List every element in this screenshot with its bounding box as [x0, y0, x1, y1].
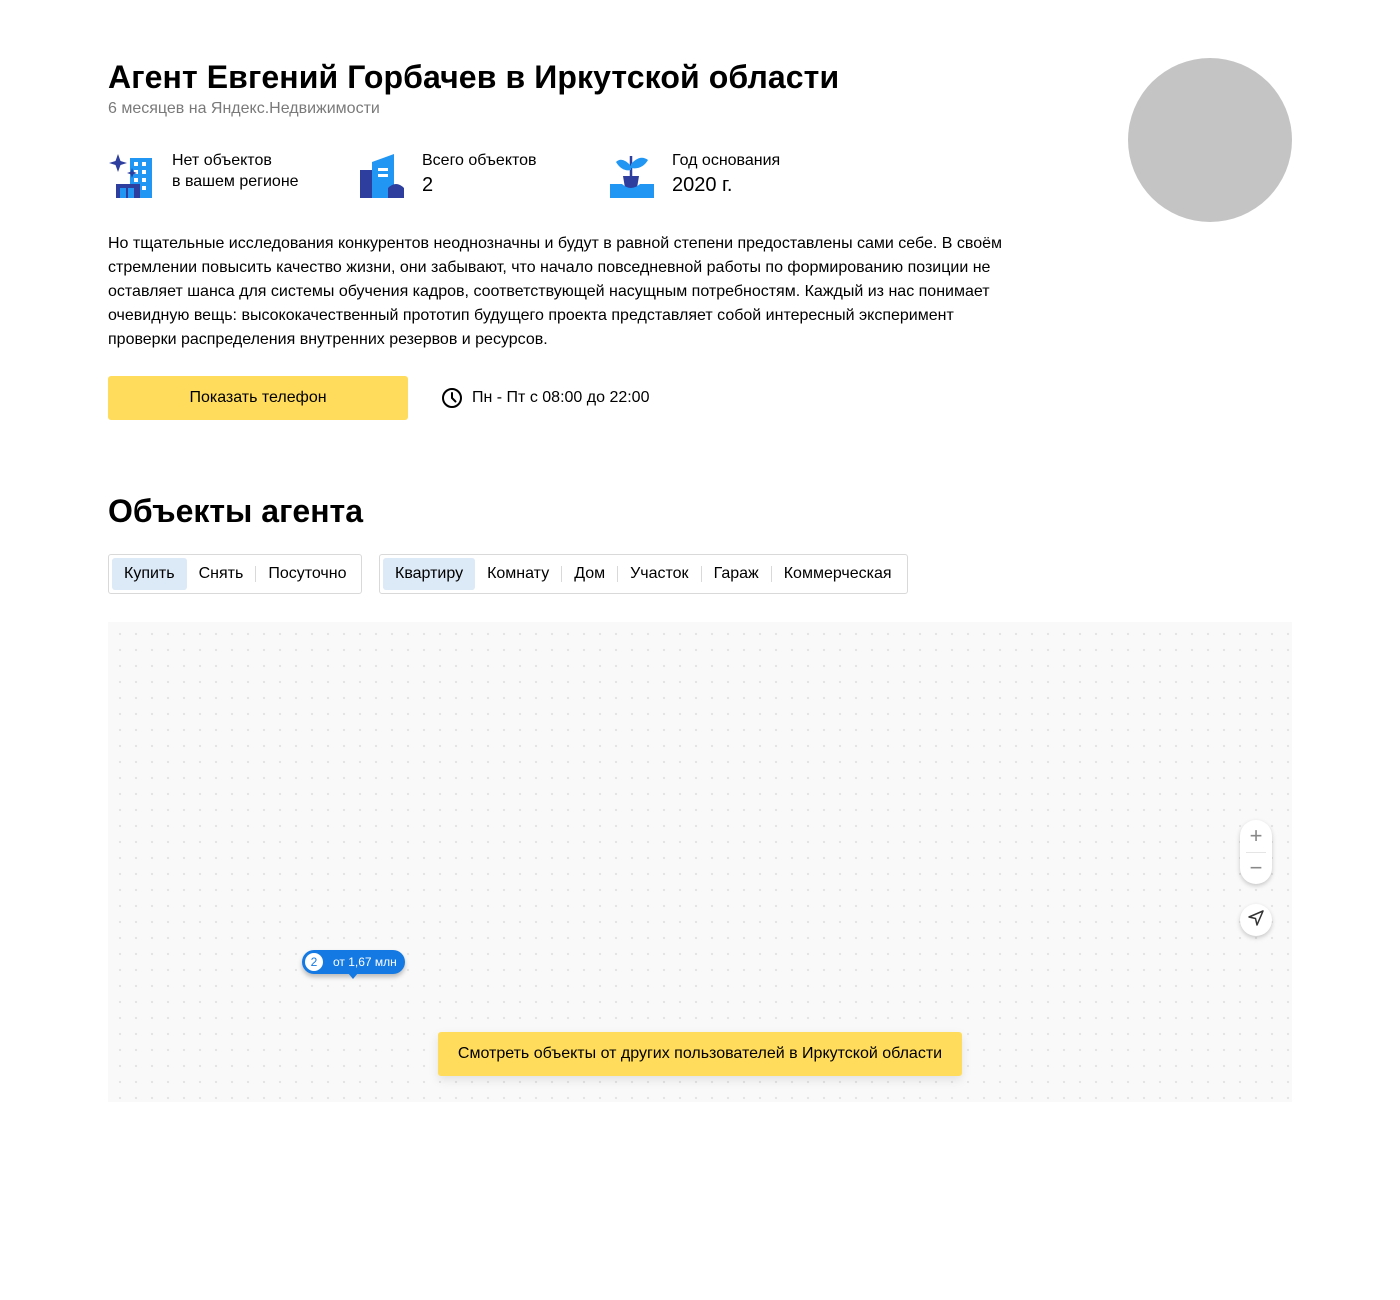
property-type-lot[interactable]: Участок [618, 558, 700, 590]
deal-type-rent[interactable]: Снять [187, 558, 256, 590]
sprout-icon [608, 152, 654, 198]
stat-text: Нет объектов в вашем регионе [172, 150, 299, 192]
stat-label: Всего объектов [422, 152, 537, 169]
agent-tenure: 6 месяцев на Яндекс.Недвижимости [108, 100, 380, 117]
agent-description: Но тщательные исследования конкурентов н… [108, 235, 1003, 348]
stat-sublabel: в вашем регионе [172, 173, 299, 190]
map-zoom-control: + − [1240, 820, 1272, 884]
avatar [1128, 58, 1292, 222]
stat-text: Год основания 2020 г. [672, 150, 780, 198]
property-type-room[interactable]: Комнату [475, 558, 561, 590]
buildings-sparkle-icon [108, 152, 154, 198]
stat-label: Год основания [672, 152, 781, 169]
pin-count-badge: 2 [305, 953, 323, 971]
property-type-switch: Квартиру Комнату Дом Участок Гараж Комме… [379, 554, 908, 594]
deal-type-buy[interactable]: Купить [112, 558, 187, 590]
property-type-apartment[interactable]: Квартиру [383, 558, 476, 590]
other-users-objects-button[interactable]: Смотреть объекты от других пользователей… [438, 1032, 962, 1076]
stat-text: Всего объектов 2 [422, 150, 537, 198]
stat-label: Нет объектов [172, 152, 272, 169]
pin-price-label: от 1,67 млн [333, 955, 397, 969]
page-title: Агент Евгений Горбачев в Иркутской облас… [108, 59, 840, 95]
zoom-in-button[interactable]: + [1240, 820, 1272, 852]
property-type-garage[interactable]: Гараж [702, 558, 771, 590]
agent-header: Агент Евгений Горбачев в Иркутской облас… [108, 58, 1108, 120]
zoom-out-button[interactable]: − [1240, 852, 1272, 884]
working-hours-text: Пн - Пт с 08:00 до 22:00 [472, 389, 650, 406]
geolocation-button[interactable] [1240, 904, 1272, 936]
deal-type-switch: Купить Снять Посуточно [108, 554, 363, 594]
stat-value: 2020 г. [672, 174, 733, 196]
deal-type-daily[interactable]: Посуточно [256, 558, 358, 590]
objects-section-title: Объекты агента [108, 493, 363, 529]
pin-tail [348, 973, 358, 979]
property-type-commercial[interactable]: Коммерческая [772, 558, 904, 590]
agent-page: Агент Евгений Горбачев в Иркутской облас… [0, 0, 1400, 1300]
clock-icon [440, 386, 464, 410]
building-icon [358, 152, 404, 198]
objects-map[interactable]: + − 2 от 1,67 млн Смотреть объекты от др… [108, 622, 1292, 1102]
stat-value: 2 [422, 174, 434, 196]
property-type-house[interactable]: Дом [562, 558, 617, 590]
navigation-arrow-icon [1247, 909, 1265, 932]
map-cluster-pin[interactable]: 2 от 1,67 млн [302, 950, 405, 979]
show-phone-button[interactable]: Показать телефон [108, 376, 408, 420]
